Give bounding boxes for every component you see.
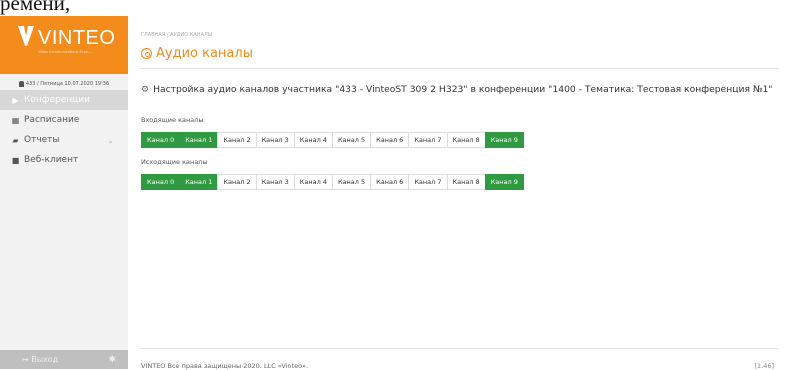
outgoing-channel-7-button[interactable]: Канал 7: [408, 174, 448, 190]
outgoing-channel-6-button[interactable]: Канал 6: [370, 174, 410, 190]
book-icon: ▰: [12, 135, 19, 145]
top-text-fragment: ремени,: [0, 0, 787, 16]
sidebar-nav: ▶ Конференции ▦ Расписание ▰ Отчеты ⌄ ■ …: [0, 90, 128, 170]
user-icon: [18, 81, 24, 87]
main-content: ГЛАВНАЯ / АУДИО КАНАЛЫ Аудио каналы ⚙ На…: [128, 16, 787, 370]
outgoing-channel-8-button[interactable]: Канал 8: [446, 174, 486, 190]
logout-label: Выход: [31, 355, 59, 364]
logo[interactable]: VINTEO Video Communications Expe...: [0, 16, 128, 74]
user-info-text: 433 / Пятница 10.07.2020 19:36: [25, 81, 110, 87]
settings-heading: ⚙ Настройка аудио каналов участника "433…: [141, 84, 773, 95]
incoming-channel-8-button[interactable]: Канал 8: [446, 132, 486, 148]
sidebar-item-reports[interactable]: ▰ Отчеты ⌄: [0, 130, 128, 150]
sidebar: VINTEO Video Communications Expe... 433 …: [0, 16, 128, 369]
logo-text: VINTEO: [38, 27, 116, 49]
outgoing-channel-4-button[interactable]: Канал 4: [293, 174, 333, 190]
outgoing-channel-9-button[interactable]: Канал 9: [484, 174, 524, 190]
calendar-icon: ▦: [11, 115, 20, 125]
incoming-channel-2-button[interactable]: Канал 2: [217, 132, 257, 148]
incoming-channel-9-button[interactable]: Канал 9: [484, 132, 524, 148]
incoming-channels-label: Входящие каналы: [141, 116, 204, 124]
vinteo-logo-icon: [18, 26, 34, 46]
outgoing-channel-2-button[interactable]: Канал 2: [217, 174, 257, 190]
sidebar-item-label: Отчеты: [24, 135, 60, 145]
outgoing-channels: Канал 0 Канал 1 Канал 2 Канал 3 Канал 4 …: [141, 174, 524, 190]
incoming-channel-4-button[interactable]: Канал 4: [293, 132, 333, 148]
play-forward-icon: ▶: [12, 95, 19, 105]
outgoing-channel-0-button[interactable]: Канал 0: [141, 174, 181, 190]
sidebar-footer: ↦ Выход ✱: [0, 350, 128, 369]
sidebar-item-label: Расписание: [24, 115, 80, 125]
chevron-down-icon: ⌄: [107, 135, 114, 145]
cogs-icon: ⚙: [141, 84, 150, 95]
sidebar-item-web-client[interactable]: ■ Веб-клиент: [0, 150, 128, 170]
incoming-channel-7-button[interactable]: Канал 7: [408, 132, 448, 148]
footer-divider: [139, 348, 779, 349]
sidebar-item-label: Конференции: [24, 95, 90, 105]
page-title-text: Аудио каналы: [156, 46, 253, 61]
breadcrumb[interactable]: ГЛАВНАЯ / АУДИО КАНАЛЫ: [141, 32, 212, 38]
divider: [139, 68, 779, 69]
logout-icon: ↦: [22, 355, 29, 364]
outgoing-channel-3-button[interactable]: Канал 3: [255, 174, 295, 190]
sidebar-item-schedule[interactable]: ▦ Расписание: [0, 110, 128, 130]
incoming-channels: Канал 0 Канал 1 Канал 2 Канал 3 Канал 4 …: [141, 132, 524, 148]
audio-icon: [141, 48, 152, 59]
sidebar-item-label: Веб-клиент: [24, 155, 79, 165]
logout-button[interactable]: ↦ Выход: [22, 355, 58, 364]
page-title: Аудио каналы: [141, 46, 253, 61]
incoming-channel-5-button[interactable]: Канал 5: [331, 132, 372, 148]
logo-subtitle: Video Communications Expe...: [38, 50, 92, 54]
incoming-channel-3-button[interactable]: Канал 3: [255, 132, 295, 148]
outgoing-channel-1-button[interactable]: Канал 1: [179, 174, 219, 190]
settings-heading-text: Настройка аудио каналов участника "433 -…: [153, 84, 773, 95]
gear-icon[interactable]: ✱: [108, 355, 116, 365]
incoming-channel-6-button[interactable]: Канал 6: [370, 132, 410, 148]
outgoing-channels-label: Исходящие каналы: [141, 158, 208, 166]
incoming-channel-0-button[interactable]: Канал 0: [141, 132, 181, 148]
sidebar-item-conferences[interactable]: ▶ Конференции: [0, 90, 128, 110]
outgoing-channel-5-button[interactable]: Канал 5: [331, 174, 372, 190]
video-camera-icon: ■: [11, 155, 20, 165]
incoming-channel-1-button[interactable]: Канал 1: [179, 132, 219, 148]
